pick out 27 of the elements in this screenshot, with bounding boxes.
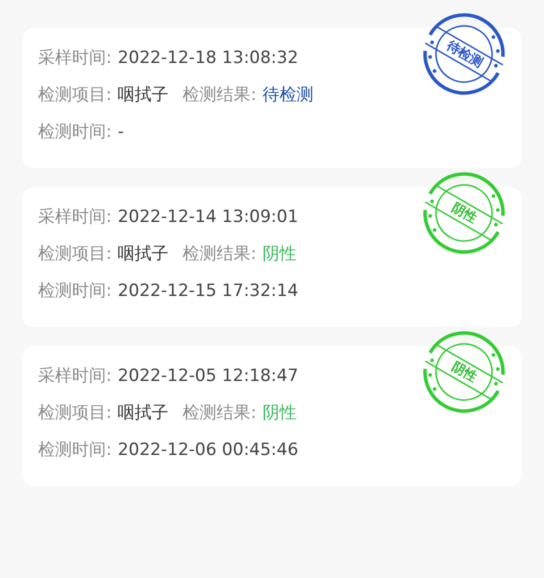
field-label: 采样时间: <box>38 365 112 388</box>
field-value: 2022-12-06 00:45:46 <box>118 439 298 462</box>
stamp-text: 待检测 <box>444 38 484 70</box>
field-value: 2022-12-14 13:09:01 <box>118 206 298 229</box>
field-value: 2022-12-05 12:18:47 <box>118 365 298 388</box>
field-label: 采样时间: <box>38 47 112 70</box>
field-label: 检测项目: <box>38 243 112 266</box>
field-label: 检测项目: <box>38 84 112 107</box>
field-value: - <box>118 121 124 144</box>
field-value: 咽拭子 <box>118 402 169 425</box>
field-value: 咽拭子 <box>118 84 169 107</box>
field-label: 检测结果: <box>182 243 256 266</box>
field-label: 检测时间: <box>38 280 112 303</box>
field-value: 咽拭子 <box>118 243 169 266</box>
stamp-text: 阴性 <box>450 360 478 384</box>
field-label: 检测结果: <box>182 402 256 425</box>
field-label: 采样时间: <box>38 206 112 229</box>
field-label: 检测项目: <box>38 402 112 425</box>
result-value: 阴性 <box>262 402 296 425</box>
stamp-text: 阴性 <box>450 200 478 226</box>
result-value: 阴性 <box>262 243 296 266</box>
field-label: 检测时间: <box>38 439 112 462</box>
result-value: 待检测 <box>262 84 314 107</box>
field-value: 2022-12-15 17:32:14 <box>118 280 298 303</box>
field-label: 检测时间: <box>38 121 112 144</box>
field-label: 检测结果: <box>182 84 256 107</box>
field-value: 2022-12-18 13:08:32 <box>118 47 298 70</box>
